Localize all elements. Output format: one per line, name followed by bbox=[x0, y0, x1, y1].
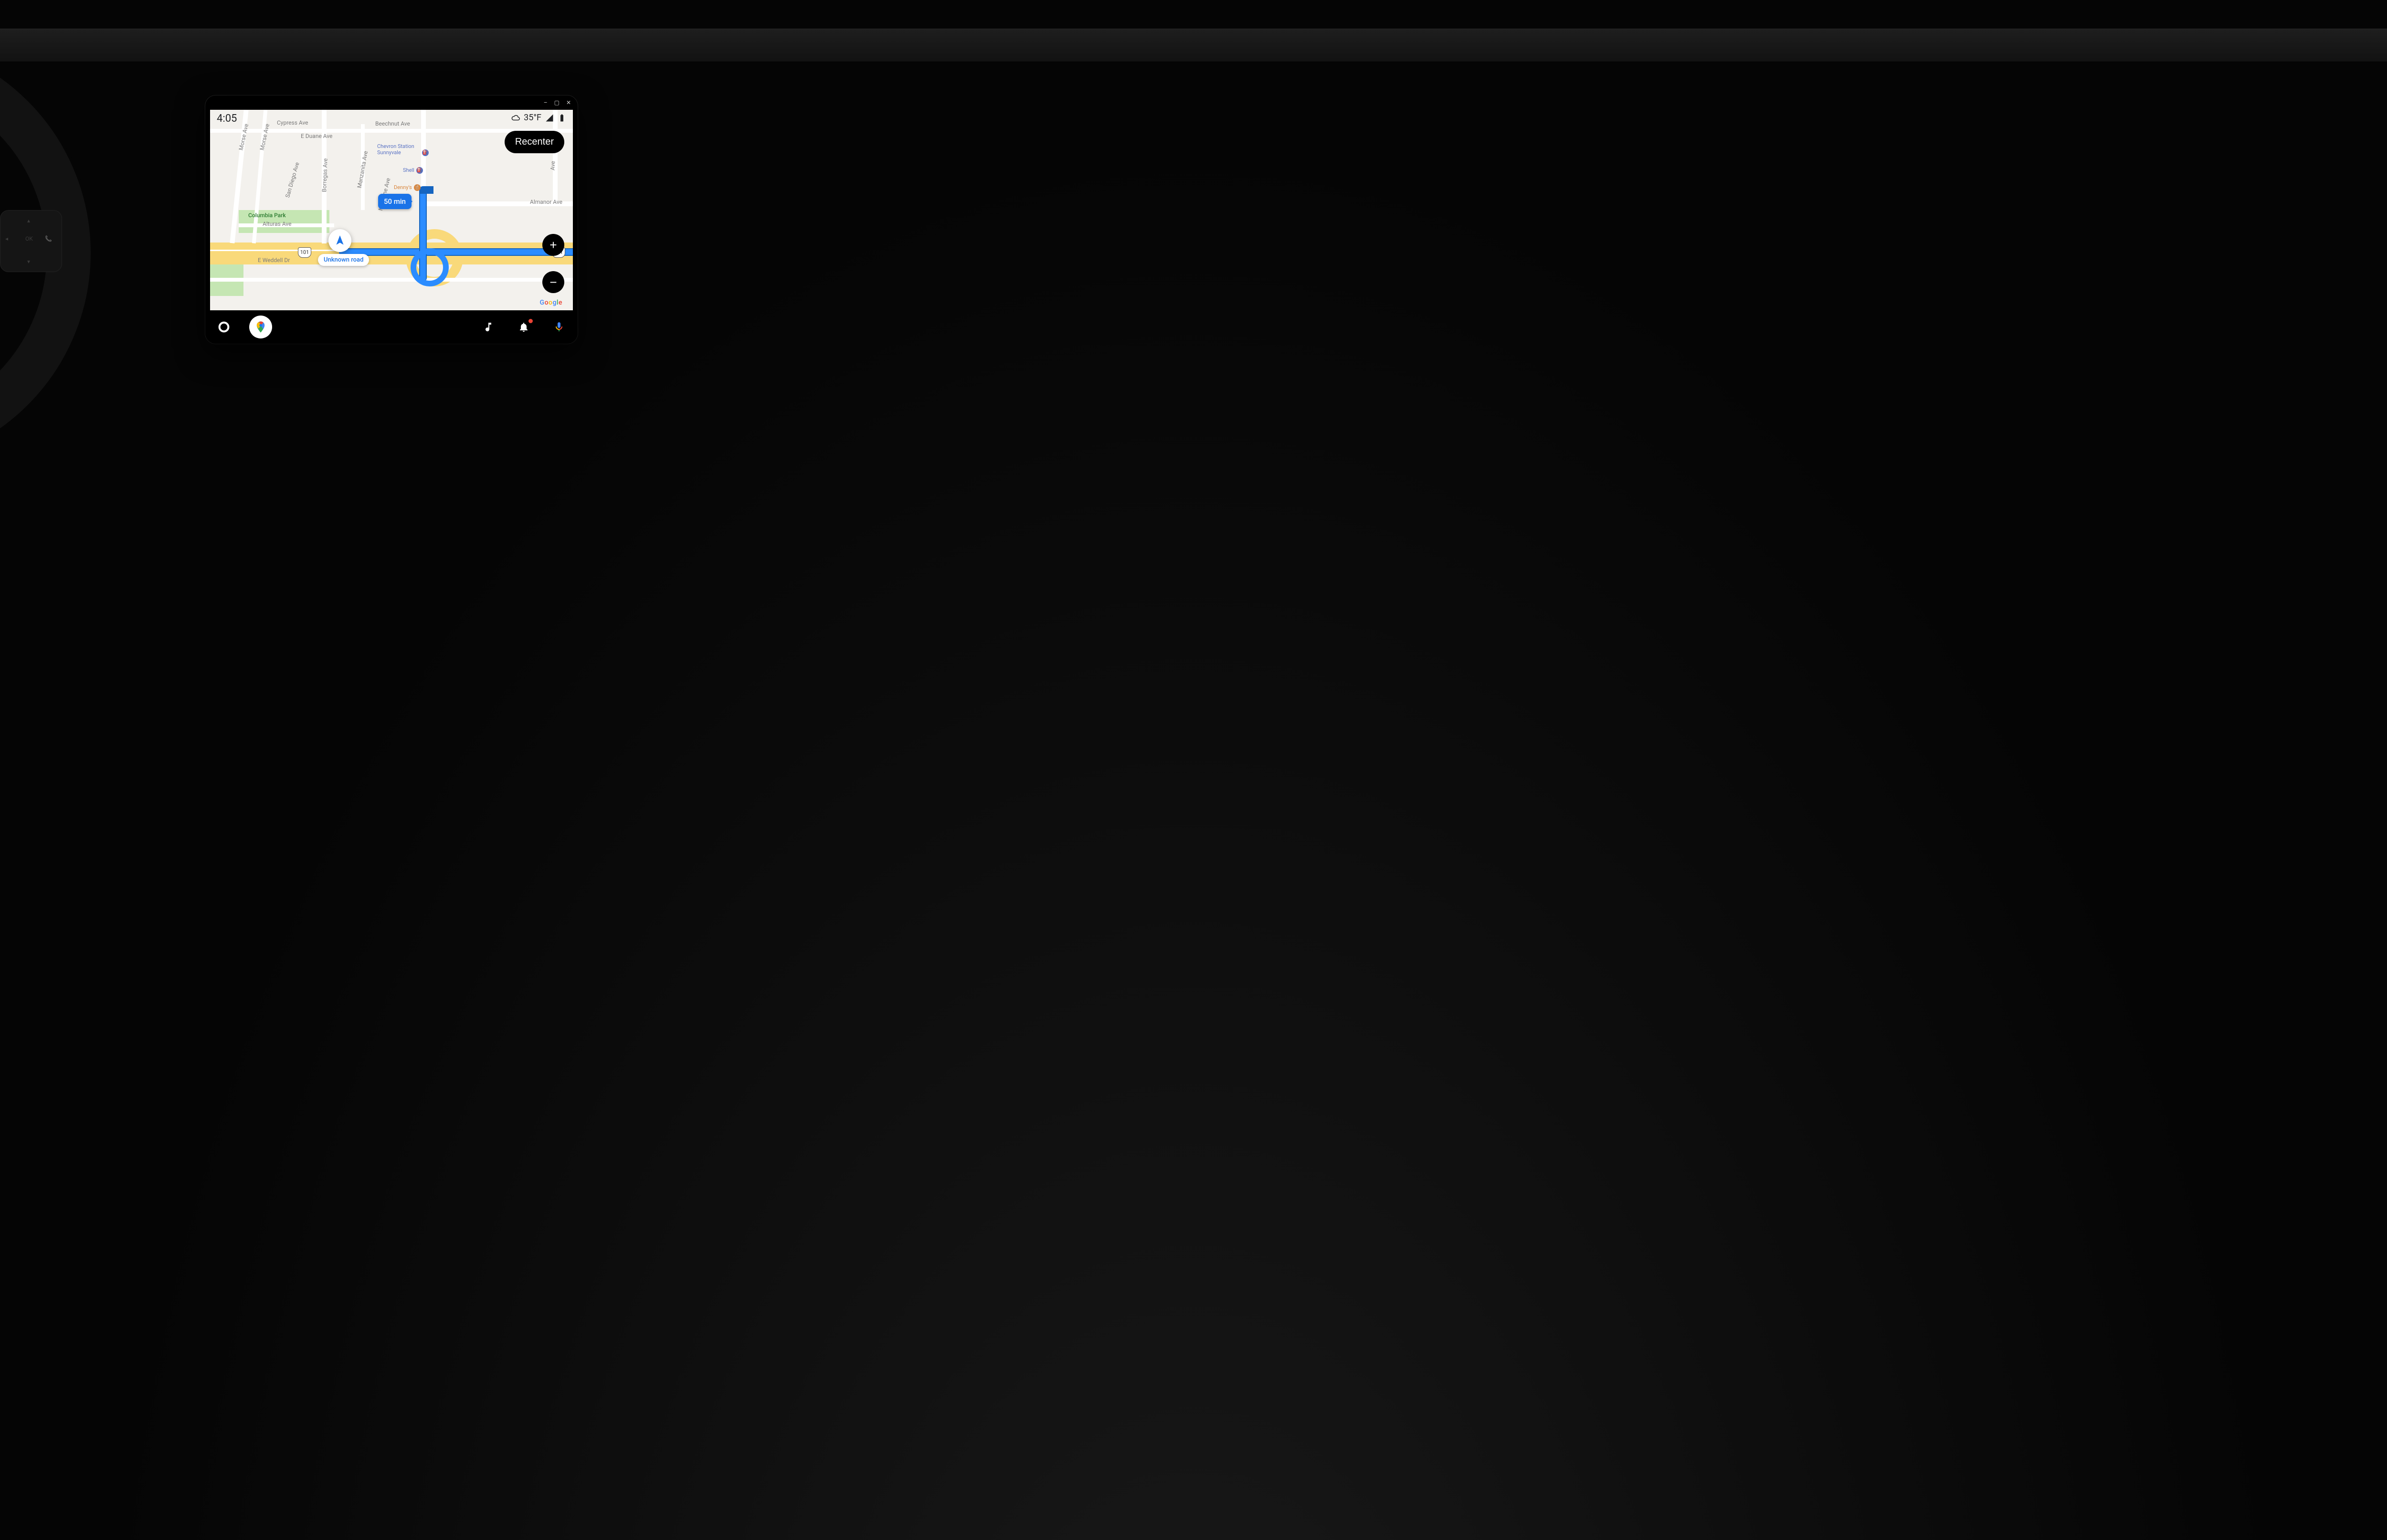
map-screen[interactable]: Morse Ave Morse Ave Cypress Ave E Duane … bbox=[210, 110, 573, 310]
street-label: Alturas Ave bbox=[263, 221, 291, 227]
gas-icon: ⛽ bbox=[422, 149, 429, 156]
notifications-button[interactable] bbox=[517, 320, 531, 334]
close-button[interactable]: ✕ bbox=[566, 99, 571, 106]
minimize-button[interactable]: – bbox=[544, 99, 548, 106]
zoom-out-button[interactable]: − bbox=[542, 271, 564, 293]
recenter-button[interactable]: Recenter bbox=[505, 131, 564, 153]
zoom-in-button[interactable]: + bbox=[542, 234, 564, 256]
window-titlebar: – ▢ ✕ bbox=[205, 95, 578, 110]
temperature: 35°F bbox=[524, 113, 541, 123]
street-label: Morse Ave bbox=[238, 123, 250, 151]
circle-ring-icon bbox=[217, 320, 231, 334]
status-bar-right: 35°F bbox=[511, 113, 566, 123]
dashboard-trim bbox=[0, 29, 2387, 62]
street-label: Manzanita Ave bbox=[356, 150, 369, 189]
bottom-nav-bar bbox=[205, 310, 578, 344]
street-label: San Diego Ave bbox=[284, 161, 301, 199]
street-label: Morse Ave bbox=[259, 123, 271, 151]
steering-wheel-controls: ◂ 📞 OK ▴ ▾ bbox=[0, 210, 62, 272]
notification-badge bbox=[528, 319, 533, 323]
gas-icon: ⛽ bbox=[416, 167, 423, 174]
street-label: Borregas Ave bbox=[321, 158, 328, 192]
poi-label: Shell bbox=[403, 167, 414, 173]
current-road-chip: Unknown road bbox=[318, 254, 369, 266]
cellular-signal-icon bbox=[545, 114, 554, 122]
microphone-icon bbox=[553, 321, 565, 333]
google-logo: Google bbox=[540, 299, 562, 306]
route-line bbox=[339, 249, 573, 255]
music-note-icon bbox=[483, 321, 494, 333]
restaurant-icon: 🍴 bbox=[414, 184, 421, 191]
bell-icon bbox=[518, 321, 529, 333]
google-maps-button[interactable] bbox=[249, 316, 272, 338]
navigation-arrow-icon bbox=[334, 234, 346, 247]
poi-label: Denny's bbox=[394, 184, 412, 190]
park-label: Columbia Park bbox=[248, 212, 286, 219]
street-label: Beechnut Ave bbox=[375, 120, 410, 127]
route-line bbox=[419, 186, 433, 194]
highway-shield: 101 bbox=[298, 247, 311, 258]
battery-icon bbox=[558, 114, 566, 122]
app-launcher-button[interactable] bbox=[217, 320, 231, 334]
street-label: Almanor Ave bbox=[530, 199, 562, 205]
poi-label: Chevron Station Sunnyvale bbox=[377, 143, 420, 156]
street-label: Cypress Ave bbox=[277, 119, 308, 126]
current-location-marker[interactable] bbox=[328, 229, 351, 252]
clock: 4:05 bbox=[217, 113, 237, 125]
street-label: E Weddell Dr bbox=[258, 257, 290, 264]
google-maps-icon bbox=[254, 320, 267, 334]
street-label: Ave bbox=[549, 161, 556, 170]
road bbox=[210, 278, 573, 282]
poi-gasstation[interactable]: Shell⛽ bbox=[403, 167, 423, 174]
poi-restaurant[interactable]: Denny's🍴 bbox=[394, 184, 421, 191]
route-loop bbox=[411, 248, 449, 286]
voice-assistant-button[interactable] bbox=[552, 320, 566, 334]
infotainment-unit: – ▢ ✕ bbox=[205, 95, 578, 344]
eta-chip[interactable]: 50 min bbox=[378, 194, 412, 209]
weather-cloud-icon bbox=[511, 114, 520, 122]
car-dashboard: ◂ 📞 OK ▴ ▾ – ▢ ✕ bbox=[0, 0, 2387, 1540]
maximize-button[interactable]: ▢ bbox=[554, 99, 560, 106]
road bbox=[553, 110, 558, 205]
poi-gasstation[interactable]: Chevron Station Sunnyvale⛽ bbox=[377, 143, 429, 156]
music-button[interactable] bbox=[481, 320, 496, 334]
street-label: E Duane Ave bbox=[301, 133, 332, 139]
